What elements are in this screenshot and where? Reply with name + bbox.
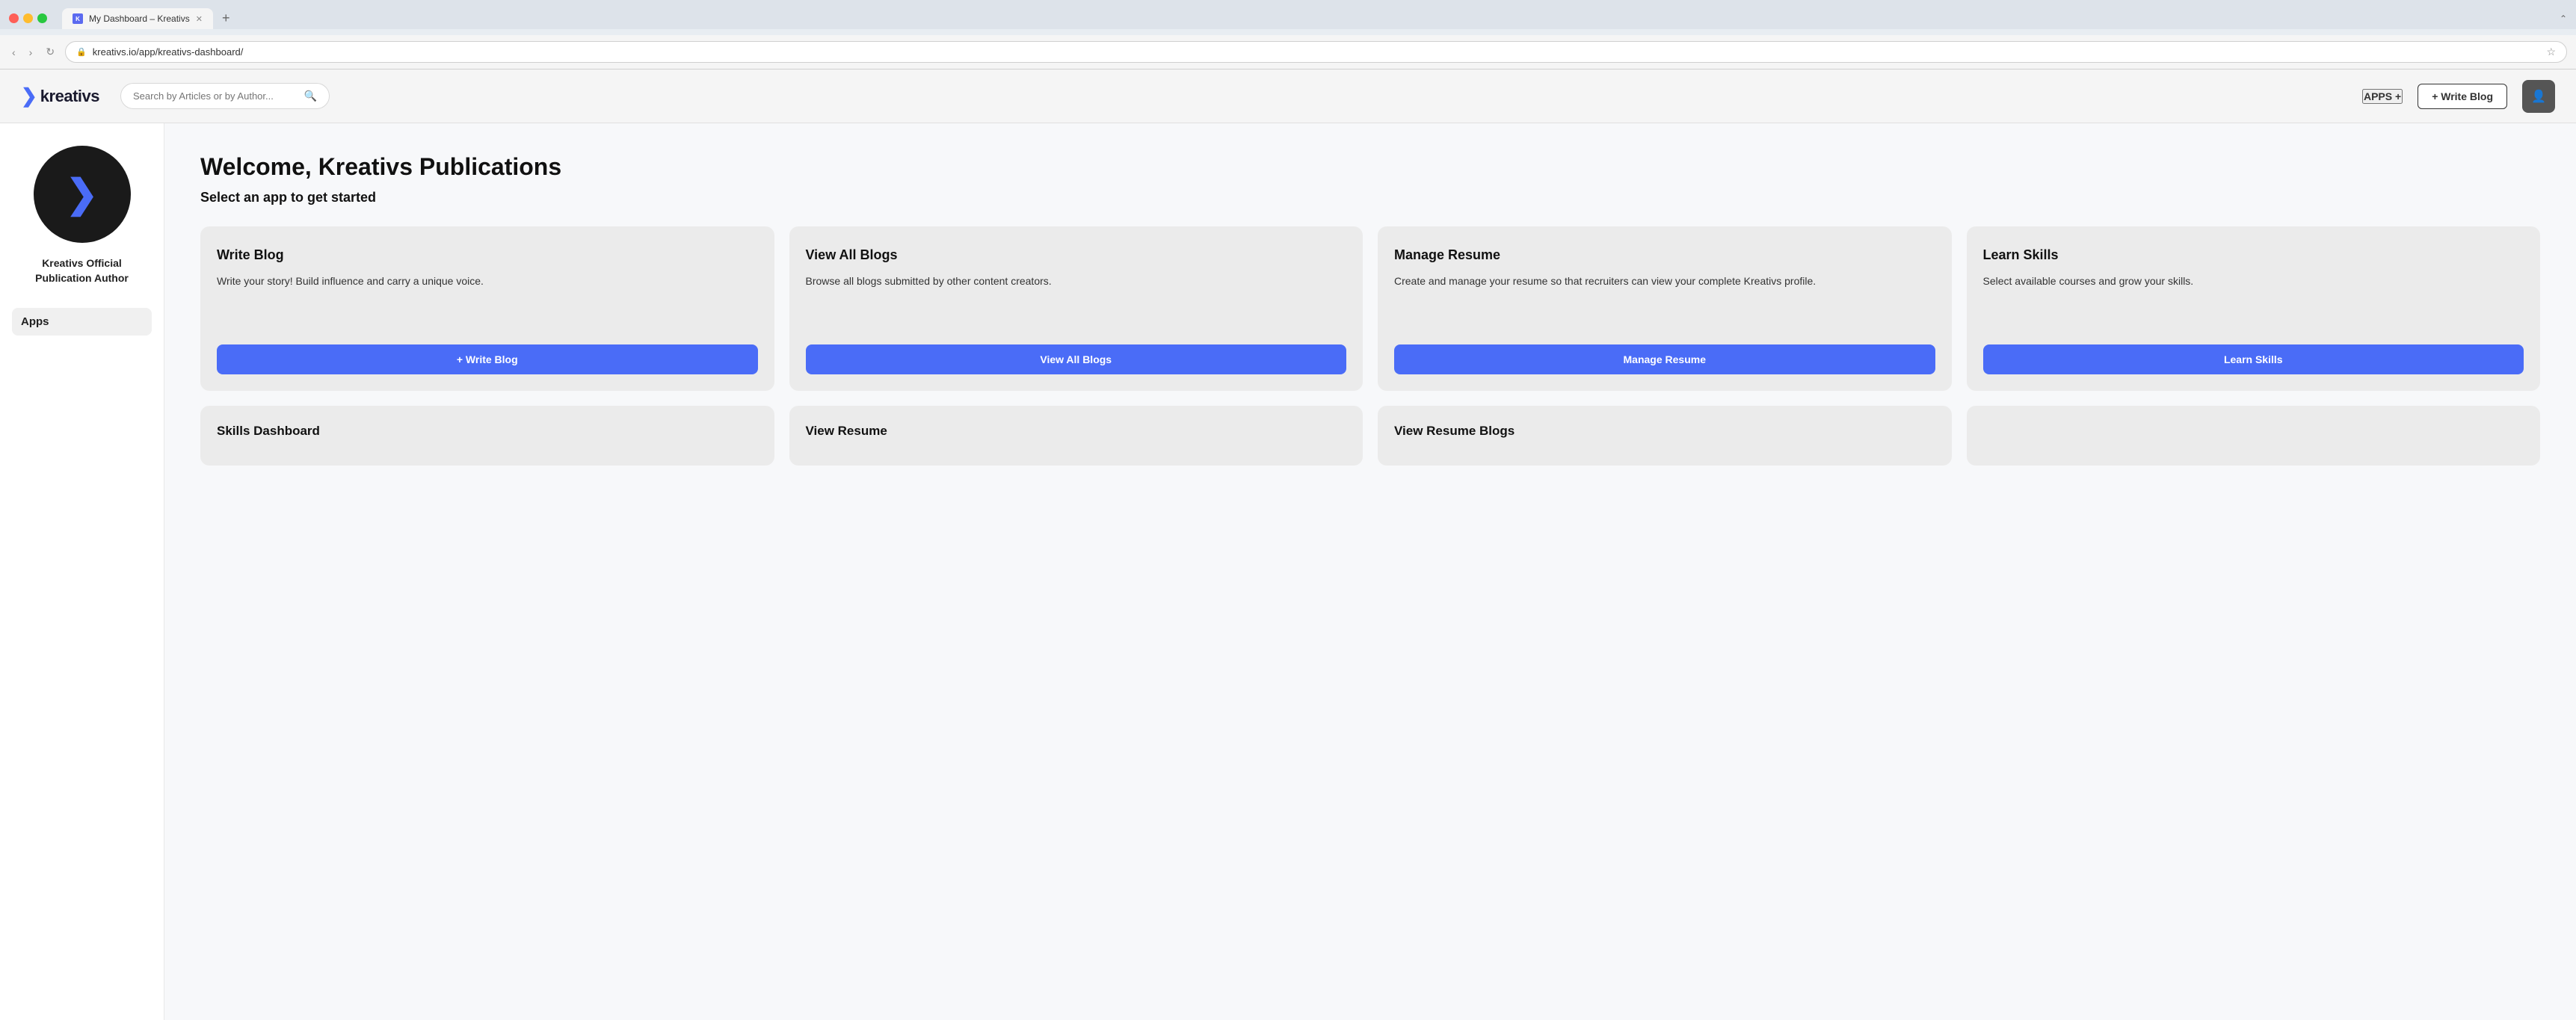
manage-resume-card: Manage Resume Create and manage your res… <box>1378 226 1952 391</box>
learn-skills-card-desc: Select available courses and grow your s… <box>1983 273 2524 330</box>
view-all-blogs-card-button[interactable]: View All Blogs <box>806 344 1347 374</box>
main-layout: ❯ Kreativs Official Publication Author A… <box>0 123 2576 1020</box>
bookmark-icon[interactable]: ☆ <box>2546 46 2556 58</box>
new-tab-button[interactable]: + <box>216 7 236 29</box>
traffic-light-green[interactable] <box>37 13 47 23</box>
write-blog-card-title: Write Blog <box>217 247 758 263</box>
write-blog-card: Write Blog Write your story! Build influ… <box>200 226 774 391</box>
skills-dashboard-card: Skills Dashboard <box>200 406 774 466</box>
url-text: kreativs.io/app/kreativs-dashboard/ <box>93 46 2541 58</box>
view-all-blogs-card: View All Blogs Browse all blogs submitte… <box>789 226 1364 391</box>
write-blog-card-desc: Write your story! Build influence and ca… <box>217 273 758 330</box>
user-name: Kreativs Official Publication Author <box>0 256 164 285</box>
lock-icon: 🔒 <box>76 47 87 57</box>
manage-resume-card-button[interactable]: Manage Resume <box>1394 344 1935 374</box>
avatar-button[interactable]: 👤 <box>2522 80 2555 113</box>
tab-bar: K My Dashboard – Kreativs ✕ + <box>62 7 235 29</box>
user-avatar: ❯ <box>34 146 131 243</box>
avatar-chevron-icon: ❯ <box>66 175 99 214</box>
write-blog-card-button[interactable]: + Write Blog <box>217 344 758 374</box>
traffic-light-red[interactable] <box>9 13 19 23</box>
placeholder-card <box>1967 406 2541 466</box>
skills-dashboard-card-title: Skills Dashboard <box>217 424 758 439</box>
refresh-button[interactable]: ↻ <box>43 43 58 61</box>
sidebar-section-apps: Apps <box>0 308 164 336</box>
tab-favicon: K <box>73 13 83 24</box>
view-all-blogs-card-desc: Browse all blogs submitted by other cont… <box>806 273 1347 330</box>
search-bar[interactable]: 🔍 <box>120 83 330 109</box>
view-resume-card: View Resume <box>789 406 1364 466</box>
welcome-title: Welcome, Kreativs Publications <box>200 153 2540 181</box>
manage-resume-card-desc: Create and manage your resume so that re… <box>1394 273 1935 330</box>
forward-button[interactable]: › <box>26 43 36 61</box>
learn-skills-card-button[interactable]: Learn Skills <box>1983 344 2524 374</box>
titlebar: K My Dashboard – Kreativs ✕ + ⌃ <box>9 7 2567 29</box>
browser-expand[interactable]: ⌃ <box>2560 13 2567 24</box>
browser-chrome: K My Dashboard – Kreativs ✕ + ⌃ <box>0 0 2576 29</box>
apps-button[interactable]: APPS + <box>2362 89 2403 104</box>
header-right: APPS + + Write Blog 👤 <box>2362 80 2555 113</box>
content-area: Welcome, Kreativs Publications Select an… <box>164 123 2576 1020</box>
bottom-cards-grid: Skills Dashboard View Resume View Resume… <box>200 406 2540 466</box>
learn-skills-card: Learn Skills Select available courses an… <box>1967 226 2541 391</box>
search-icon[interactable]: 🔍 <box>304 90 317 102</box>
select-subtitle: Select an app to get started <box>200 190 2540 205</box>
traffic-lights <box>9 13 47 23</box>
logo-text: kreativs <box>40 87 99 106</box>
manage-resume-card-title: Manage Resume <box>1394 247 1935 263</box>
learn-skills-card-title: Learn Skills <box>1983 247 2524 263</box>
address-field[interactable]: 🔒 kreativs.io/app/kreativs-dashboard/ ☆ <box>65 41 2567 63</box>
logo-area: ❯ kreativs <box>21 84 99 108</box>
tab-close-button[interactable]: ✕ <box>196 14 203 24</box>
logo-chevron-icon: ❯ <box>21 84 37 108</box>
view-resume-blogs-card: View Resume Blogs <box>1378 406 1952 466</box>
view-resume-card-title: View Resume <box>806 424 1347 439</box>
back-button[interactable]: ‹ <box>9 43 19 61</box>
view-resume-blogs-card-title: View Resume Blogs <box>1394 424 1935 439</box>
apps-cards-grid: Write Blog Write your story! Build influ… <box>200 226 2540 391</box>
address-bar-row: ‹ › ↻ 🔒 kreativs.io/app/kreativs-dashboa… <box>0 35 2576 69</box>
traffic-light-yellow[interactable] <box>23 13 33 23</box>
sidebar-apps-label[interactable]: Apps <box>12 308 152 336</box>
sidebar: ❯ Kreativs Official Publication Author A… <box>0 123 164 1020</box>
active-tab[interactable]: K My Dashboard – Kreativs ✕ <box>62 8 213 29</box>
tab-label: My Dashboard – Kreativs <box>89 13 190 24</box>
search-input[interactable] <box>133 90 298 102</box>
app-header: ❯ kreativs 🔍 APPS + + Write Blog 👤 <box>0 69 2576 123</box>
view-all-blogs-card-title: View All Blogs <box>806 247 1347 263</box>
write-blog-header-button[interactable]: + Write Blog <box>2418 84 2507 109</box>
avatar-icon: 👤 <box>2531 89 2546 104</box>
